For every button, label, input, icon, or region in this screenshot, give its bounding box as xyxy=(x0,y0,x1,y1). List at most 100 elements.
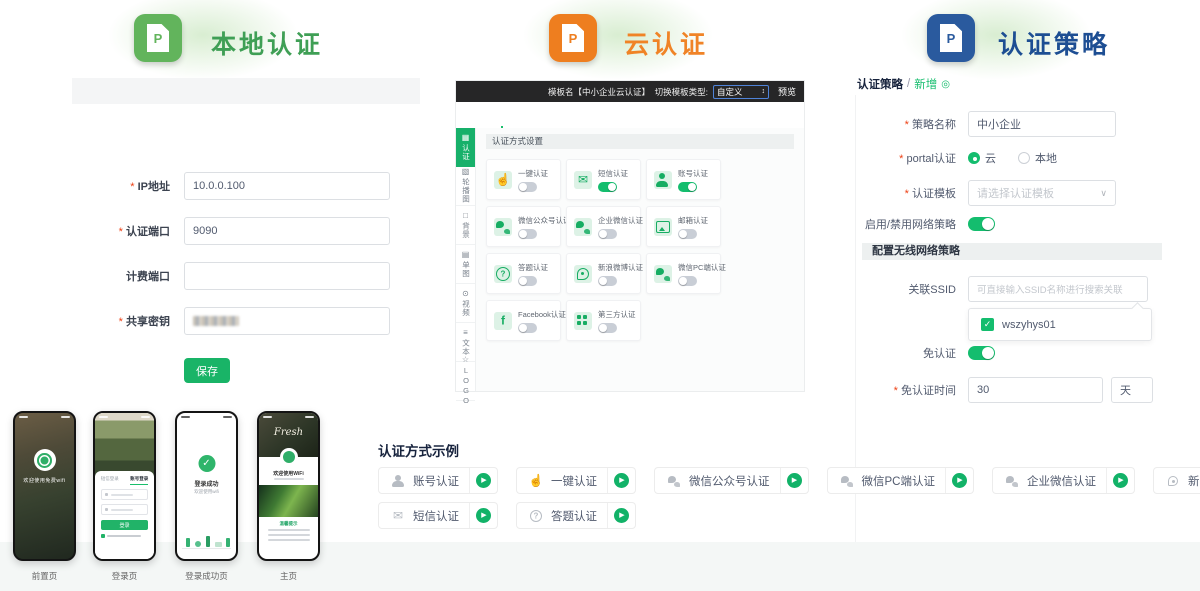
statusbar xyxy=(99,416,150,418)
portal-auth-label: portal认证 xyxy=(856,150,956,166)
free-auth-toggle[interactable] xyxy=(968,346,995,360)
play-demo-button[interactable]: ▶ xyxy=(952,473,967,488)
local-auth-title: 本地认证 xyxy=(211,25,323,61)
preview-button[interactable]: 预览 xyxy=(778,85,796,98)
editor-page-tab[interactable] xyxy=(512,102,532,128)
free-time-unit-select[interactable]: 天 xyxy=(1111,377,1153,403)
method-label: 微信PC端认证 xyxy=(678,262,726,273)
play-demo-button[interactable]: ▶ xyxy=(614,508,629,523)
play-demo-button[interactable]: ▶ xyxy=(1113,473,1128,488)
field-input[interactable]: 9090 xyxy=(184,217,390,245)
login-username-field xyxy=(101,489,148,500)
portal-radio-option[interactable]: 本地 xyxy=(1018,150,1057,166)
enable-policy-toggle[interactable] xyxy=(968,217,995,231)
store-aisle-photo xyxy=(259,485,318,517)
switch-type-label: 切换模板类型: xyxy=(655,86,708,98)
welcome-text: 欢迎使用免费wifi xyxy=(15,477,74,484)
auth-method-card: 一键认证 xyxy=(486,159,561,200)
ssid-input[interactable]: 可直接输入SSID名称进行搜索关联 xyxy=(968,276,1148,302)
method-toggle[interactable] xyxy=(678,182,697,192)
example-pill[interactable]: 一键认证 ▶ xyxy=(516,467,636,494)
method-toggle[interactable] xyxy=(598,229,617,239)
local-auth-icon: P xyxy=(134,14,182,62)
phone-caption: 前置页 xyxy=(11,570,78,582)
play-demo-button[interactable]: ▶ xyxy=(476,508,491,523)
template-type-select[interactable]: 自定义 ↕ xyxy=(713,85,769,99)
login-password-field xyxy=(101,504,148,515)
editor-page-tabs xyxy=(456,102,804,129)
policy-name-label: 策略名称 xyxy=(856,116,956,132)
example-pill[interactable]: 短信认证 ▶ xyxy=(378,502,498,529)
local-tab[interactable] xyxy=(40,78,72,104)
brand-sign-text: Fresh xyxy=(259,427,318,438)
method-toggle[interactable] xyxy=(518,229,537,239)
editor-page-tab[interactable] xyxy=(472,102,492,128)
success-illustration xyxy=(182,522,231,549)
method-icon xyxy=(494,218,512,236)
portal-radio-option[interactable]: 云 xyxy=(968,150,996,166)
example-method-label: 新浪微博认证 xyxy=(1188,473,1200,489)
example-pill[interactable]: 答题认证 ▶ xyxy=(516,502,636,529)
auth-method-grid: 一键认证 短信认证 账号认证 xyxy=(486,159,794,341)
policy-name-input[interactable]: 中小企业 xyxy=(968,111,1116,137)
auth-method-card: 微信PC端认证 xyxy=(646,253,721,294)
example-pill[interactable]: 微信公众号认证 ▶ xyxy=(654,467,809,494)
method-toggle[interactable] xyxy=(518,276,537,286)
auth-method-card: 新浪微博认证 xyxy=(566,253,641,294)
play-demo-button[interactable]: ▶ xyxy=(614,473,629,488)
free-time-input[interactable]: 30 xyxy=(968,377,1103,403)
sidebar-item[interactable]: ⊙ 视频 xyxy=(456,284,475,323)
method-label: 短信认证 xyxy=(598,168,628,179)
method-icon xyxy=(574,218,592,236)
sidebar-item[interactable]: ▧ 轮播图 xyxy=(456,167,475,206)
method-icon xyxy=(574,171,592,189)
auth-template-row: 认证模板 请选择认证模板 ∨ xyxy=(856,180,1116,206)
method-toggle[interactable] xyxy=(518,323,537,333)
local-tab[interactable] xyxy=(72,78,104,104)
save-button[interactable]: 保存 xyxy=(184,358,230,383)
sidebar-item-icon: ⊙ xyxy=(462,290,469,298)
editor-page-tab[interactable] xyxy=(492,102,512,128)
auth-method-card: 邮箱认证 xyxy=(646,206,721,247)
method-toggle[interactable] xyxy=(598,323,617,333)
document-p-glyph: P xyxy=(562,24,584,52)
play-demo-button[interactable]: ▶ xyxy=(476,473,491,488)
ssid-label: 关联SSID xyxy=(856,281,956,297)
breadcrumb-root[interactable]: 认证策略 xyxy=(857,76,903,92)
ssid-option[interactable]: wszyhys01 xyxy=(1002,319,1056,331)
example-pill[interactable]: 企业微信认证 ▶ xyxy=(992,467,1135,494)
method-toggle[interactable] xyxy=(598,276,617,286)
auth-method-card: 账号认证 xyxy=(646,159,721,200)
editor-page-tab[interactable] xyxy=(532,102,552,128)
example-pill[interactable]: 新浪微博认证 ▶ xyxy=(1153,467,1200,494)
sidebar-item[interactable]: □ 背景 xyxy=(456,206,475,245)
field-input[interactable]: 10.0.0.100 xyxy=(184,172,390,200)
method-toggle[interactable] xyxy=(678,276,697,286)
method-toggle[interactable] xyxy=(518,182,537,192)
field-input[interactable] xyxy=(184,262,390,290)
auth-method-card: 短信认证 xyxy=(566,159,641,200)
auth-method-card: 答题认证 xyxy=(486,253,561,294)
breadcrumb-current: 新增 xyxy=(914,76,937,92)
example-method-icon xyxy=(1004,473,1020,489)
cloud-auth-icon: P xyxy=(549,14,597,62)
field-label: 计费端口 xyxy=(40,268,170,284)
sidebar-item[interactable]: ▤ 单图 xyxy=(456,245,475,284)
template-name: 模板名【中小企业云认证】 xyxy=(548,86,650,98)
field-input[interactable] xyxy=(184,307,390,335)
play-demo-button[interactable]: ▶ xyxy=(787,473,802,488)
auth-template-select[interactable]: 请选择认证模板 ∨ xyxy=(968,180,1116,206)
radio-label: 本地 xyxy=(1035,150,1057,166)
example-pill[interactable]: 账号认证 ▶ xyxy=(378,467,498,494)
method-label: 答题认证 xyxy=(518,262,548,273)
sidebar-item[interactable]: ▦ 认证 xyxy=(456,128,475,167)
example-pill[interactable]: 微信PC端认证 ▶ xyxy=(827,467,974,494)
method-toggle[interactable] xyxy=(678,229,697,239)
success-status-text: 登录成功 xyxy=(177,479,236,488)
form-field-row: 计费端口 xyxy=(40,262,390,290)
breadcrumb: 认证策略 / 新增 ◎ xyxy=(857,76,950,92)
checkbox-checked-icon[interactable]: ✓ xyxy=(981,318,994,331)
sidebar-item[interactable]: ☆ LOGO xyxy=(456,362,475,401)
method-toggle[interactable] xyxy=(598,182,617,192)
free-time-label: 免认证时间 xyxy=(856,382,956,398)
